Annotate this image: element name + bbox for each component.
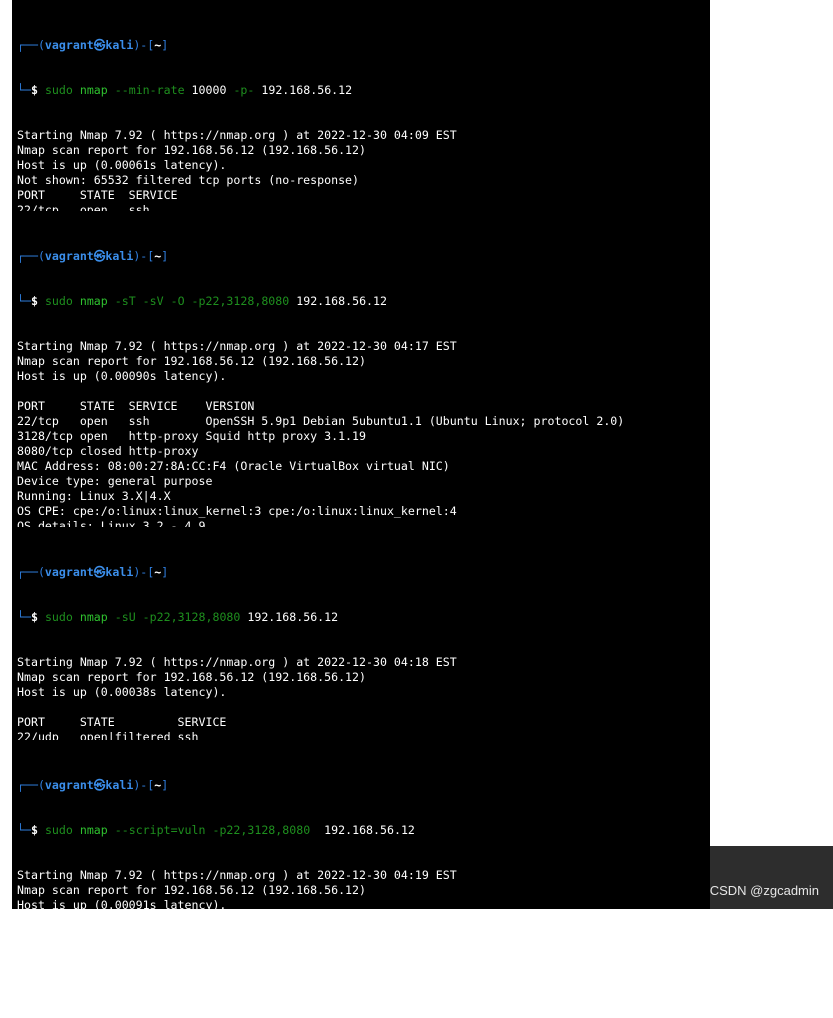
output-line: OS CPE: cpe:/o:linux:linux_kernel:3 cpe:… (17, 504, 457, 518)
output-line: 22/tcp open ssh OpenSSH 5.9p1 Debian 5ub… (17, 414, 625, 428)
csdn-watermark: CSDN @zgcadmin (709, 883, 819, 898)
output-line: 3128/tcp open squid-http (17, 958, 199, 972)
output-line: Starting Nmap 7.92 ( https://nmap.org ) … (17, 128, 457, 142)
prompt-line: ┌──(vagrant㉿kali)-[~] (17, 38, 169, 52)
terminal-block-3: ┌──(vagrant㉿kali)-[~] └─$ sudo nmap -sU … (12, 527, 710, 819)
output-line: Host is up (0.00091s latency). (17, 898, 227, 912)
output-line: Starting Nmap 7.92 ( https://nmap.org ) … (17, 868, 457, 882)
output-line: Starting Nmap 7.92 ( https://nmap.org ) … (17, 339, 457, 353)
terminal-block-1: ┌──(vagrant㉿kali)-[~] └─$ sudo nmap --mi… (12, 0, 710, 292)
output-line: PORT STATE SERVICE (17, 715, 227, 729)
output-line: Host is up (0.00061s latency). (17, 158, 227, 172)
output-line: MAC Address: 08:00:27:8A:CC:F4 (Oracle V… (17, 459, 450, 473)
command-line[interactable]: └─$ sudo nmap -sT -sV -O -p22,3128,8080 … (12, 294, 710, 309)
output-line: PORT STATE SERVICE (17, 928, 178, 942)
prompt-line: ┌──(vagrant㉿kali)-[~] (17, 565, 169, 579)
prompt-line: ┌──(vagrant㉿kali)-[~] (17, 249, 169, 263)
output-line: Device type: general purpose (17, 474, 213, 488)
output-line: Nmap scan report for 192.168.56.12 (192.… (17, 143, 367, 157)
output-line: PORT STATE SERVICE VERSION (17, 399, 255, 413)
command-line[interactable]: └─$ sudo nmap --min-rate 10000 -p- 192.1… (12, 83, 710, 98)
output-line: 8080/tcp closed http-proxy (17, 444, 199, 458)
output-line: Nmap scan report for 192.168.56.12 (192.… (17, 354, 367, 368)
output-line: MAC Address: 08:00:27:8A:CC:F4 (Oracle V… (17, 988, 450, 1002)
output-lines: Starting Nmap 7.92 ( https://nmap.org ) … (12, 868, 710, 1003)
watermark-background (710, 846, 833, 909)
command-line[interactable]: └─$ sudo nmap -sU -p22,3128,8080 192.168… (12, 610, 710, 625)
output-line: PORT STATE SERVICE (17, 188, 178, 202)
output-line: 8080/tcp closed http-proxy (17, 973, 199, 987)
output-line: Nmap scan report for 192.168.56.12 (192.… (17, 670, 367, 684)
output-line: Not shown: 65532 filtered tcp ports (no-… (17, 173, 360, 187)
terminal-block-2: ┌──(vagrant㉿kali)-[~] └─$ sudo nmap -sT … (12, 211, 722, 608)
terminal-block-4: ┌──(vagrant㉿kali)-[~] └─$ sudo nmap --sc… (12, 740, 710, 1002)
output-line: Host is up (0.00090s latency). (17, 369, 227, 383)
output-line: Nmap scan report for 192.168.56.12 (192.… (17, 883, 367, 897)
prompt-line: ┌──(vagrant㉿kali)-[~] (17, 778, 169, 792)
output-line: 22/tcp open ssh (17, 943, 150, 957)
output-line: Running: Linux 3.X|4.X (17, 489, 171, 503)
command-line[interactable]: └─$ sudo nmap --script=vuln -p22,3128,80… (12, 823, 710, 838)
output-line: Starting Nmap 7.92 ( https://nmap.org ) … (17, 655, 457, 669)
output-line: Host is up (0.00038s latency). (17, 685, 227, 699)
output-line: 3128/tcp open http-proxy Squid http prox… (17, 429, 367, 443)
